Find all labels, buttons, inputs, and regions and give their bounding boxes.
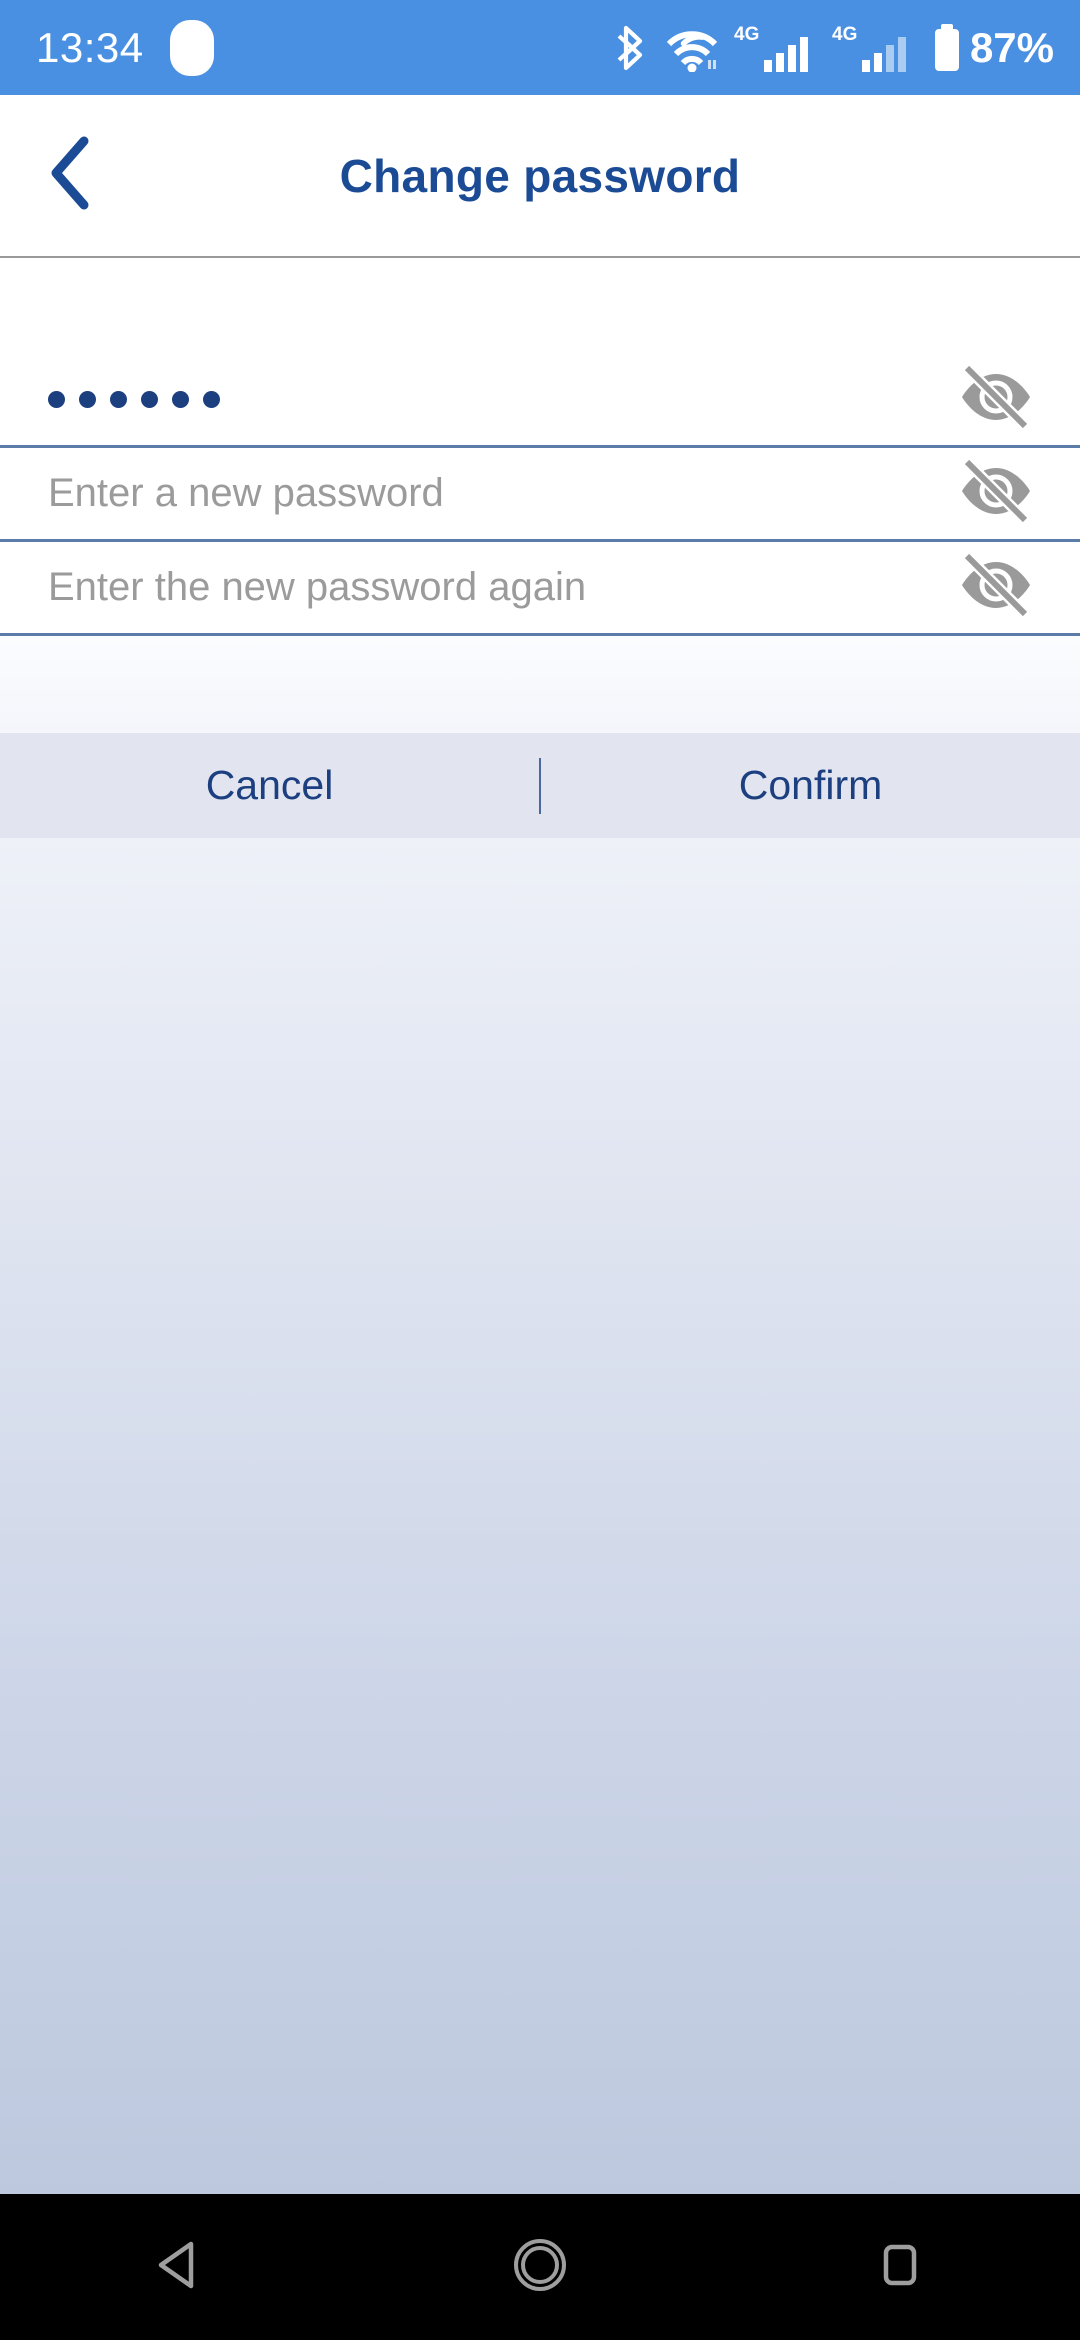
confirm-password-placeholder: Enter the new password again bbox=[48, 565, 587, 609]
status-bar-clock: 13:34 bbox=[36, 23, 144, 71]
confirm-password-visibility-toggle[interactable] bbox=[948, 548, 1044, 628]
new-password-visibility-toggle[interactable] bbox=[948, 454, 1044, 534]
form-bottom-spacer bbox=[0, 636, 1080, 733]
square-recents-icon bbox=[871, 2236, 929, 2299]
status-bar: 13:34 4G 4G 87% bbox=[0, 0, 1080, 95]
svg-text:4G: 4G bbox=[734, 24, 759, 45]
cancel-button[interactable]: Cancel bbox=[0, 733, 539, 838]
system-navigation-bar bbox=[0, 2194, 1080, 2340]
confirm-password-field[interactable]: Enter the new password again bbox=[0, 542, 1080, 636]
circle-home-icon bbox=[511, 2236, 569, 2299]
chevron-left-icon bbox=[44, 133, 100, 218]
new-password-field[interactable]: Enter a new password bbox=[0, 448, 1080, 542]
current-password-masked-value bbox=[48, 391, 220, 408]
battery-icon bbox=[930, 22, 964, 74]
current-password-visibility-toggle[interactable] bbox=[948, 360, 1044, 440]
eye-off-icon bbox=[957, 552, 1035, 621]
form-top-spacer bbox=[0, 258, 1080, 354]
app-header: Change password bbox=[0, 95, 1080, 258]
svg-text:4G: 4G bbox=[832, 24, 857, 45]
action-bar: Cancel Confirm bbox=[0, 733, 1080, 838]
password-form: Enter a new password Enter the new passw… bbox=[0, 258, 1080, 733]
triangle-back-icon bbox=[151, 2236, 209, 2299]
confirm-button[interactable]: Confirm bbox=[541, 733, 1080, 838]
eye-off-icon bbox=[957, 458, 1035, 527]
battery-percent-label: 87% bbox=[969, 23, 1054, 71]
eye-off-icon bbox=[957, 364, 1035, 433]
page-background bbox=[0, 838, 1080, 2194]
phone-screen: 13:34 4G 4G 87% Change password Enter a … bbox=[0, 0, 1080, 2340]
nav-back-button[interactable] bbox=[90, 2194, 270, 2340]
nav-home-button[interactable] bbox=[450, 2194, 630, 2340]
signal-4g-2-icon: 4G bbox=[832, 22, 916, 74]
wifi-icon bbox=[664, 24, 720, 72]
status-bar-icons: 4G 4G 87% bbox=[602, 22, 1054, 74]
bluetooth-icon bbox=[616, 24, 650, 72]
signal-4g-1-icon: 4G bbox=[734, 22, 818, 74]
current-password-field[interactable] bbox=[0, 354, 1080, 448]
new-password-placeholder: Enter a new password bbox=[48, 471, 444, 515]
notification-pill-icon bbox=[169, 19, 214, 76]
back-button[interactable] bbox=[24, 128, 120, 224]
nav-recents-button[interactable] bbox=[810, 2194, 990, 2340]
page-title: Change password bbox=[339, 149, 741, 202]
